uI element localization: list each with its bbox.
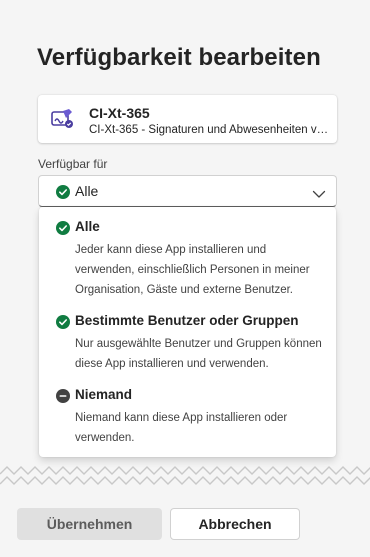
availability-listbox: Alle Jeder kann diese App installieren u… [39, 207, 336, 457]
option-title: Alle [75, 219, 100, 234]
app-signature-icon [50, 107, 74, 131]
minus-circle-icon [56, 389, 70, 408]
option-title: Bestimmte Benutzer oder Gruppen [75, 313, 299, 328]
option-description: Nur ausgewählte Benutzer und Gruppen kön… [75, 338, 322, 370]
page-title: Verfügbarkeit bearbeiten [37, 44, 321, 71]
option-specific-users[interactable]: Bestimmte Benutzer oder Gruppen Nur ausg… [39, 313, 336, 373]
dropdown-selected-value: Alle [75, 183, 99, 199]
option-alle[interactable]: Alle Jeder kann diese App installieren u… [39, 219, 336, 299]
app-name: CI-Xt-365 [89, 105, 150, 121]
option-niemand[interactable]: Niemand Niemand kann diese App installie… [39, 387, 336, 447]
availability-label: Verfügbar für [38, 157, 108, 171]
option-description: Niemand kann diese App installieren oder… [75, 412, 288, 444]
check-circle-icon [56, 185, 70, 204]
option-title: Niemand [75, 387, 133, 402]
app-card: CI-Xt-365 CI-Xt-365 - Signaturen und Abw… [38, 95, 337, 143]
check-circle-icon [56, 315, 70, 334]
apply-button[interactable]: Übernehmen [17, 508, 162, 540]
check-circle-icon [56, 221, 70, 240]
app-description: CI-Xt-365 - Signaturen und Abwesenheiten… [89, 124, 329, 136]
zigzag-divider [0, 466, 370, 485]
option-description: Jeder kann diese App installieren und ve… [75, 244, 310, 296]
cancel-button[interactable]: Abbrechen [170, 508, 300, 540]
edit-availability-panel: Verfügbarkeit bearbeiten CI-Xt-365 CI-Xt… [0, 0, 370, 557]
availability-dropdown[interactable]: Alle [38, 175, 337, 207]
chevron-down-icon [312, 186, 326, 204]
